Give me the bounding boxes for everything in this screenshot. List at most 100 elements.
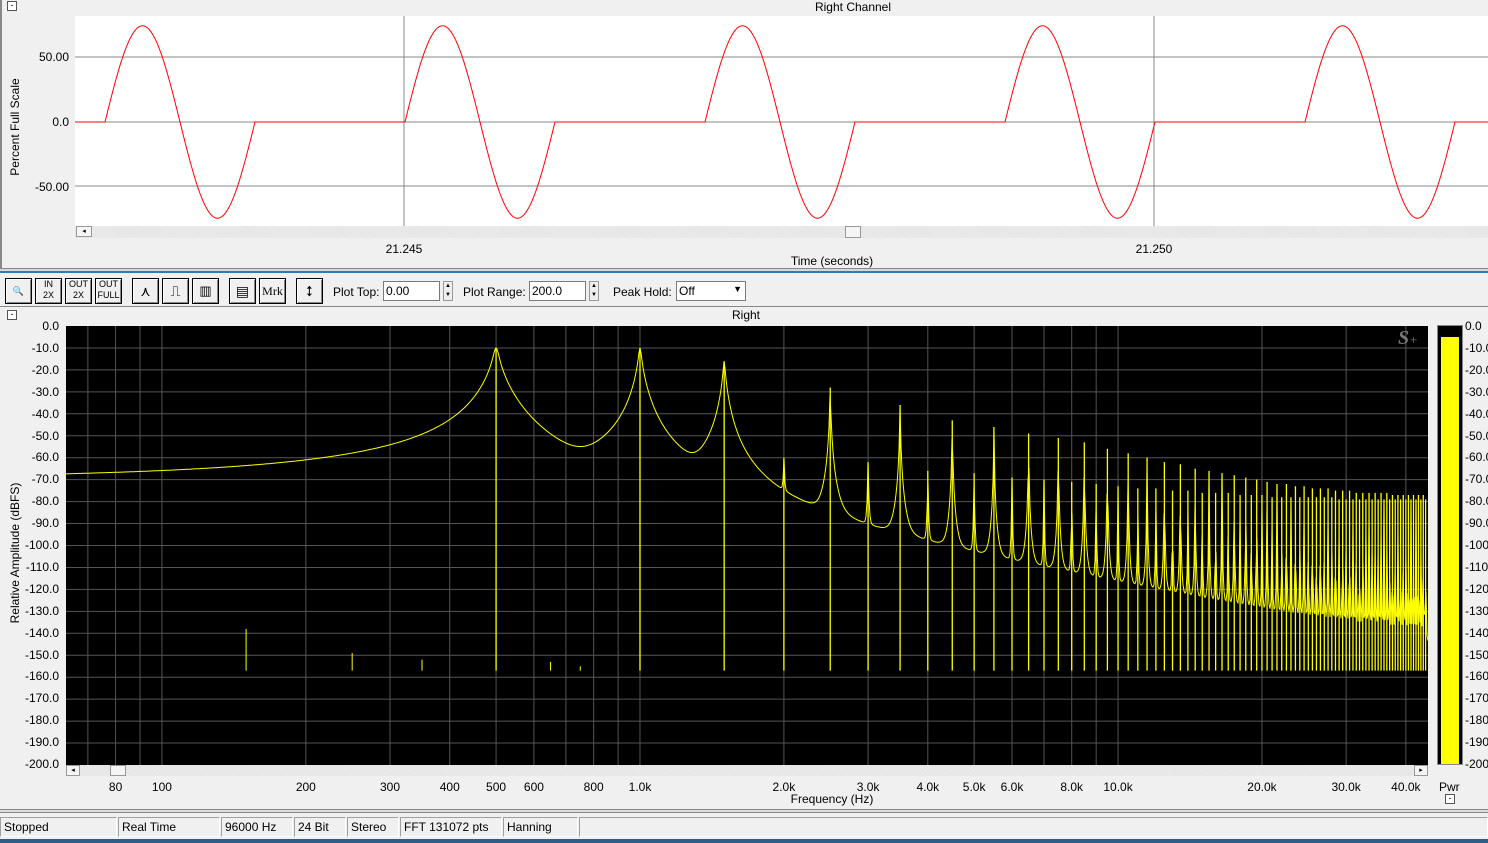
status-state: Stopped — [0, 817, 117, 837]
panel-divider — [0, 809, 1488, 813]
scroll-thumb[interactable] — [845, 226, 861, 238]
meter-tick: -130.0 — [1465, 603, 1488, 618]
chevron-down-icon: ▼ — [733, 284, 742, 294]
time-y-axis-label: Percent Full Scale — [8, 78, 22, 176]
scroll-right-arrow[interactable]: ▸ — [1414, 765, 1428, 776]
toolbar-divider — [0, 306, 1488, 307]
time-x-axis-label: Time (seconds) — [790, 254, 874, 268]
status-window: Hanning — [503, 817, 578, 837]
status-sample-rate: 96000 Hz — [221, 817, 293, 837]
meter-tick: -110.0 — [1465, 559, 1488, 574]
meter-tick: -150.0 — [1465, 647, 1488, 662]
x-tick: 30.0k — [1331, 780, 1361, 794]
meter-label: Pwr — [1439, 780, 1460, 794]
meter-collapse-button[interactable]: - — [1445, 794, 1455, 804]
status-bit-depth: 24 Bit — [294, 817, 346, 837]
plot-range-spinner[interactable]: ▲ ▼ — [589, 281, 599, 301]
plot-range-input[interactable]: 200.0 — [529, 281, 586, 301]
zoom-in-2x-button[interactable]: IN 2X — [35, 278, 62, 304]
y-tick: 50.00 — [38, 50, 69, 64]
meter-tick: -120.0 — [1465, 581, 1488, 596]
line-mode-icon[interactable]: ⋏ — [132, 278, 159, 304]
meter-tick: -190.0 — [1465, 735, 1488, 750]
y-tick: -160.0 — [24, 669, 59, 684]
y-tick: -10.0 — [31, 340, 59, 355]
time-scrollbar[interactable] — [75, 226, 1488, 238]
x-tick: 500 — [486, 780, 507, 794]
x-tick: 80 — [108, 780, 123, 794]
settings-icon[interactable]: ▤ — [229, 278, 256, 304]
splitter[interactable] — [0, 268, 1488, 273]
logo: S+ — [1398, 327, 1418, 349]
x-tick: 10.0k — [1103, 780, 1133, 794]
zoom-out-2x-button[interactable]: OUT 2X — [65, 278, 92, 304]
x-tick: 200 — [295, 780, 316, 794]
collapse-spectrum-panel-button[interactable]: - — [7, 310, 17, 320]
power-meter-fill — [1441, 336, 1459, 764]
collapse-time-panel-button[interactable]: - — [7, 1, 17, 11]
y-tick: -50.00 — [34, 180, 69, 194]
zoom-icon[interactable]: 🔍 — [5, 278, 32, 304]
marker-button[interactable]: Mrk — [259, 278, 286, 304]
x-tick: 1.0k — [628, 780, 652, 794]
scale-icon[interactable]: ⭥ — [296, 278, 323, 304]
y-tick: -110.0 — [25, 559, 59, 574]
spectrum-plot — [66, 326, 1428, 765]
x-tick: 21.245 — [385, 242, 423, 256]
status-channels: Stereo — [347, 817, 399, 837]
y-tick: -70.0 — [31, 472, 59, 487]
meter-tick: -200.0 — [1465, 757, 1488, 771]
meter-tick: -170.0 — [1465, 691, 1488, 706]
y-tick: -20.0 — [31, 362, 59, 377]
meter-tick: -70.0 — [1465, 472, 1488, 487]
peak-hold-label: Peak Hold: — [613, 285, 672, 299]
peak-hold-select[interactable]: Off ▼ — [676, 281, 746, 301]
meter-tick: -80.0 — [1465, 494, 1488, 509]
y-tick: 0.0 — [42, 319, 59, 333]
y-tick: -200.0 — [24, 757, 59, 771]
time-panel-title: Right Channel — [814, 0, 892, 14]
status-extra — [579, 817, 1488, 837]
x-tick: 300 — [380, 780, 401, 794]
meter-tick: -20.0 — [1465, 362, 1488, 377]
step-mode-icon[interactable]: ⎍ — [162, 278, 189, 304]
meter-tick: -10.0 — [1465, 340, 1488, 355]
power-meter — [1437, 325, 1463, 765]
meter-tick: -140.0 — [1465, 625, 1488, 640]
y-tick: -170.0 — [24, 691, 59, 706]
meter-tick: -40.0 — [1465, 406, 1488, 421]
meter-tick: -90.0 — [1465, 516, 1488, 531]
y-tick: -60.0 — [31, 450, 59, 465]
meter-tick: -180.0 — [1465, 713, 1488, 728]
time-plot — [75, 16, 1488, 226]
bar-mode-icon[interactable]: ▥ — [192, 278, 219, 304]
y-tick: -80.0 — [31, 494, 59, 509]
meter-tick: -100.0 — [1465, 538, 1488, 552]
y-tick: -130.0 — [24, 603, 59, 618]
x-tick: 4.0k — [916, 780, 940, 794]
plot-top-label: Plot Top: — [333, 285, 380, 299]
freq-scrollbar[interactable] — [66, 765, 1428, 776]
scroll-left-arrow[interactable]: ◂ — [66, 765, 80, 776]
y-tick: -190.0 — [24, 735, 59, 750]
x-tick: 21.250 — [1135, 242, 1173, 256]
x-tick: 40.0k — [1391, 780, 1421, 794]
y-tick: -50.0 — [31, 428, 59, 443]
scroll-left-arrow[interactable]: ◂ — [76, 226, 92, 237]
y-tick: -40.0 — [31, 406, 59, 421]
y-tick: -30.0 — [31, 384, 59, 399]
y-tick: -150.0 — [24, 647, 59, 662]
plot-top-input[interactable]: 0.00 — [383, 281, 440, 301]
y-tick: -140.0 — [24, 625, 59, 640]
spectrum-y-axis-label: Relative Amplitude (dBFS) — [8, 482, 22, 624]
bottom-border — [0, 839, 1488, 843]
x-tick: 20.0k — [1247, 780, 1277, 794]
x-tick: 5.0k — [962, 780, 986, 794]
plot-top-spinner[interactable]: ▲ ▼ — [443, 281, 453, 301]
spectrum-title: Right — [731, 308, 761, 322]
meter-tick: 0.0 — [1465, 319, 1482, 333]
spectrum-x-axis-label: Frequency (Hz) — [790, 792, 874, 806]
zoom-out-full-button[interactable]: OUT FULL — [95, 278, 122, 304]
status-mode: Real Time — [118, 817, 220, 837]
scroll-thumb[interactable] — [110, 765, 126, 776]
